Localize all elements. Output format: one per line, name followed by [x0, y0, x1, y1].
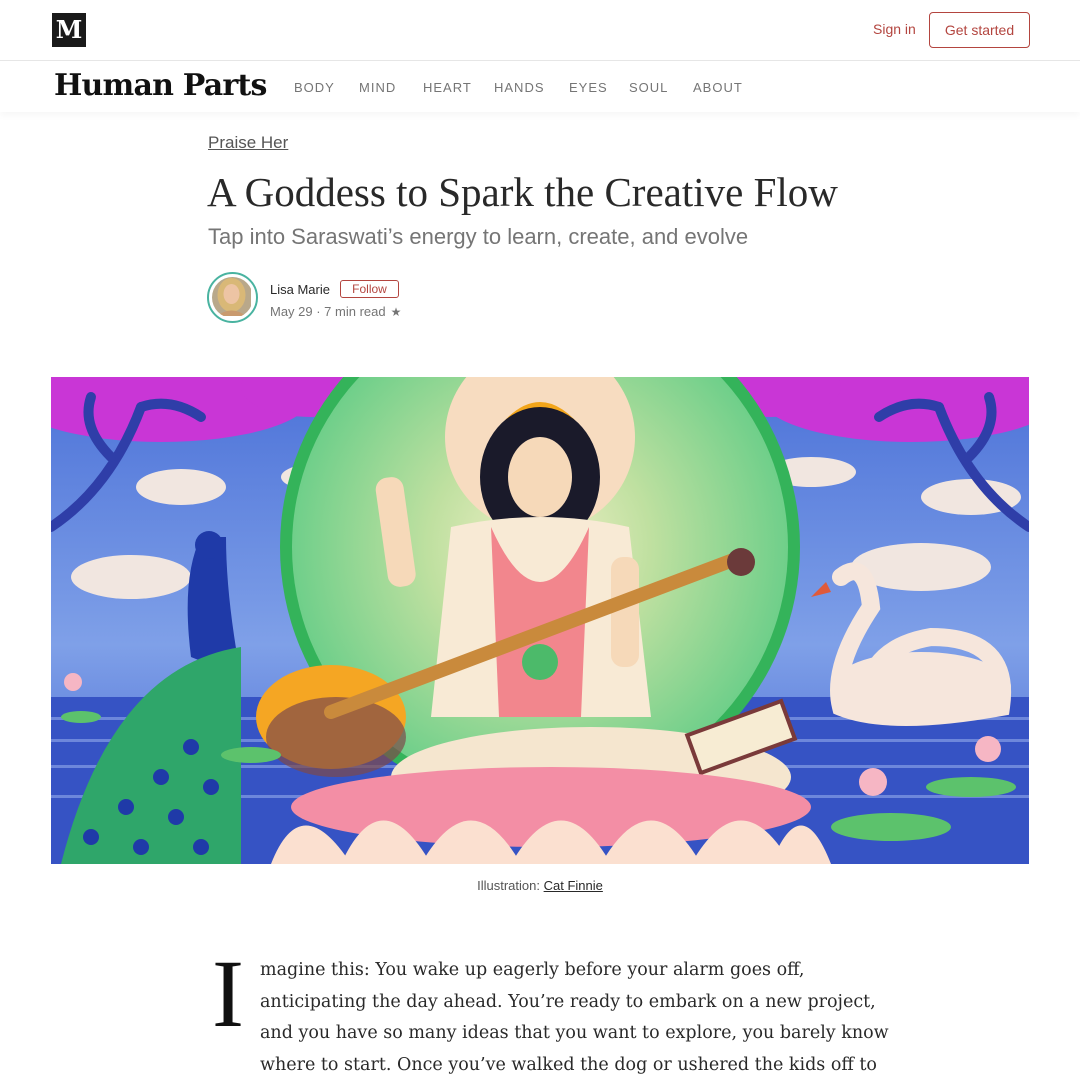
nav-item-heart[interactable]: HEART: [423, 80, 472, 95]
follow-button[interactable]: Follow: [340, 280, 399, 298]
article-subtitle: Tap into Saraswati’s energy to learn, cr…: [208, 224, 749, 249]
nav-item-about[interactable]: ABOUT: [693, 80, 743, 95]
article-paragraph: magine this: You wake up eagerly before …: [260, 955, 889, 1080]
paragraph-line: anticipating the day ahead. You’re ready…: [260, 991, 876, 1012]
paragraph-line: where to start. Once you’ve walked the d…: [260, 1054, 877, 1075]
avatar-image: [212, 277, 253, 318]
publication-logo[interactable]: Human Parts: [54, 68, 267, 103]
nav-item-soul[interactable]: SOUL: [629, 80, 668, 95]
hero-illustration: [51, 377, 1029, 864]
nav-item-eyes[interactable]: EYES: [569, 80, 608, 95]
get-started-button[interactable]: Get started: [929, 12, 1030, 48]
nav-item-body[interactable]: BODY: [294, 80, 335, 95]
paragraph-line: and you have so many ideas that you want…: [260, 1023, 889, 1043]
caption-prefix: Illustration:: [477, 878, 544, 893]
publication-nav: Human Parts BODY MIND HEART HANDS EYES S…: [0, 62, 1080, 112]
article-kicker-link[interactable]: Praise Her: [208, 133, 288, 153]
publish-date-readtime: May 29 · 7 min read: [270, 304, 386, 319]
paragraph-line: magine this: You wake up eagerly before …: [260, 960, 805, 980]
article-title: A Goddess to Spark the Creative Flow: [207, 169, 838, 215]
nav-item-hands[interactable]: HANDS: [494, 80, 545, 95]
author-avatar[interactable]: [207, 272, 258, 323]
caption-credit-link[interactable]: Cat Finnie: [544, 878, 603, 893]
star-icon: ★: [390, 305, 402, 319]
nav-item-mind[interactable]: MIND: [359, 80, 396, 95]
author-name-link[interactable]: Lisa Marie: [270, 282, 330, 297]
drop-cap: I: [212, 940, 244, 1047]
site-header: M Sign in Get started: [0, 0, 1080, 61]
article-meta: May 29 · 7 min read ★: [270, 304, 401, 319]
medium-logo-icon[interactable]: M: [52, 13, 86, 47]
image-caption: Illustration: Cat Finnie: [0, 878, 1080, 893]
sign-in-link[interactable]: Sign in: [873, 21, 916, 37]
